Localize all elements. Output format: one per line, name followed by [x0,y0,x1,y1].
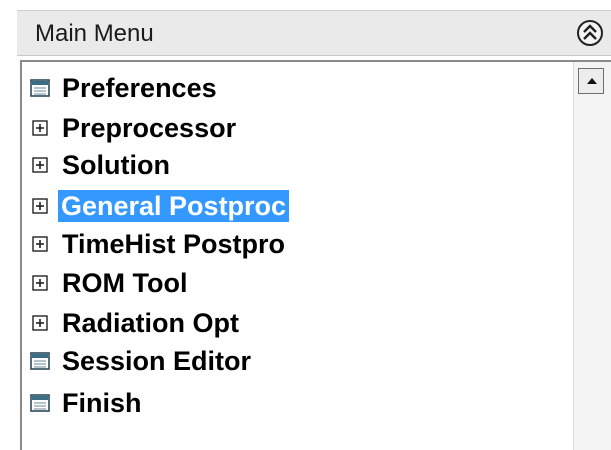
tree-item-label: TimeHist Postpro [62,229,286,259]
expand-plus-icon[interactable] [30,196,50,216]
leaf-node-icon [30,394,50,412]
tree-item-preprocessor[interactable]: Preprocessor [30,112,238,144]
expand-plus-icon[interactable] [30,118,50,138]
main-menu-window: Main Menu Preferences Preprocessor Solut… [0,0,611,450]
tree-item-label: Radiation Opt [62,308,239,338]
double-chevron-up-icon [583,24,597,40]
tree-item-finish[interactable]: Finish [30,387,144,419]
expand-plus-icon[interactable] [30,155,50,175]
tree-item-session-editor[interactable]: Session Editor [30,345,253,377]
tree-item-label: ROM Tool [62,268,188,298]
tree-item-label: Finish [62,388,142,418]
tree-item-solution[interactable]: Solution [30,149,172,181]
tree-item-label: Solution [62,150,170,180]
expand-plus-icon[interactable] [30,313,50,333]
tree-item-general-postproc[interactable]: General Postproc [30,190,290,222]
vertical-scrollbar[interactable] [573,62,611,450]
tree-item-label-selected: General Postproc [58,190,290,222]
tree-item-label: Session Editor [62,346,252,376]
main-menu-title: Main Menu [35,20,154,47]
tree-item-label: Preprocessor [62,113,237,143]
leaf-node-icon [30,352,50,370]
tree-item-label: Preferences [62,73,217,103]
tree-item-timehist-postpro[interactable]: TimeHist Postpro [30,228,287,260]
tree-item-preferences[interactable]: Preferences [30,72,219,104]
scroll-up-button[interactable] [578,68,604,94]
leaf-node-icon [30,79,50,97]
tree-item-radiation-opt[interactable]: Radiation Opt [30,307,241,339]
expand-plus-icon[interactable] [30,234,50,254]
main-menu-header: Main Menu [17,10,611,56]
scroll-up-arrow-icon [587,78,597,84]
expand-plus-icon[interactable] [30,273,50,293]
collapse-menu-button[interactable] [577,20,603,46]
tree-item-rom-tool[interactable]: ROM Tool [30,267,189,299]
